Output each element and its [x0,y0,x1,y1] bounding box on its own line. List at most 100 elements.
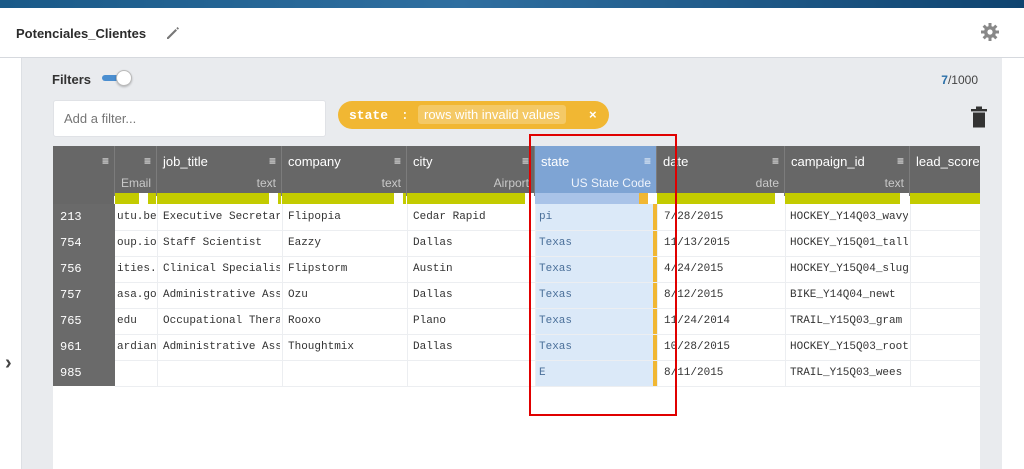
cell-job-title[interactable]: Executive Secretary [163,211,280,223]
add-filter-input[interactable] [53,100,326,137]
filter-separator: : [401,108,409,123]
cell-job-title[interactable]: Occupational Therapi [163,315,280,327]
column-menu-icon[interactable]: ≡ [102,154,109,168]
state-column-annotation-box [529,134,677,416]
column-menu-icon[interactable]: ≡ [394,154,401,168]
filters-label: Filters [52,72,91,87]
row-index: 754 [60,236,82,250]
cell-date[interactable]: 7/28/2015 [664,211,782,223]
column-divider [282,204,283,386]
column-divider [157,204,158,386]
cell-campaign-id[interactable]: HOCKEY_Y15Q04_slug [790,263,908,275]
cell-date[interactable]: 8/12/2015 [664,289,782,301]
column-header-job-title[interactable]: job_title ≡ text [157,146,282,196]
cell-city[interactable]: Cedar Rapid [413,211,533,223]
cell-city[interactable]: Dallas [413,341,533,353]
cell-email[interactable]: asa.gov [117,289,157,301]
cell-city[interactable]: Plano [413,315,533,327]
cell-company[interactable]: Thoughtmix [288,341,405,353]
cell-job-title[interactable]: Administrative Assis [163,289,280,301]
quality-bar [407,193,534,204]
chevron-right-icon[interactable]: › [5,352,12,375]
quality-bar [157,193,281,204]
quality-bar [910,193,980,204]
cell-date[interactable]: 8/11/2015 [664,367,782,379]
right-gutter [1002,58,1024,469]
cell-email[interactable]: ities.jp [117,263,157,275]
cell-city[interactable]: Austin [413,263,533,275]
row-index: 757 [60,288,82,302]
filter-key: state [349,108,388,123]
index-header[interactable]: ≡ [53,146,115,196]
row-index: 213 [60,210,82,224]
cell-company[interactable]: Eazzy [288,237,405,249]
cell-job-title[interactable]: Administrative Assis [163,341,280,353]
cell-company[interactable]: Ozu [288,289,405,301]
cell-campaign-id[interactable]: TRAIL_Y15Q03_wees [790,367,908,379]
cell-date[interactable]: 10/28/2015 [664,341,782,353]
cell-company[interactable]: Rooxo [288,315,405,327]
column-name: campaign_id [791,154,865,169]
quality-bar [115,193,156,204]
cell-campaign-id[interactable]: HOCKEY_Y15Q03_root [790,341,908,353]
column-menu-icon[interactable]: ≡ [522,154,529,168]
column-header-city[interactable]: city ≡ Airport [407,146,535,196]
filters-toggle[interactable] [102,69,132,87]
column-type: text [257,176,276,190]
column-menu-icon[interactable]: ≡ [144,154,151,168]
cell-company[interactable]: Flipopia [288,211,405,223]
column-name: job_title [163,154,208,169]
column-type: Email [121,176,151,190]
column-type: date [756,176,779,190]
cell-campaign-id[interactable]: BIKE_Y14Q04_newt [790,289,908,301]
quality-bar [282,193,406,204]
cell-job-title[interactable]: Clinical Specialist [163,263,280,275]
column-menu-icon[interactable]: ≡ [897,154,904,168]
cell-email[interactable]: edu [117,315,157,327]
cell-city[interactable]: Dallas [413,237,533,249]
cell-campaign-id[interactable]: HOCKEY_Y14Q03_wavy [790,211,908,223]
column-header-lead-score[interactable]: lead_score [910,146,980,196]
dataset-name[interactable]: Potenciales_Clientes [16,26,146,41]
row-index: 756 [60,262,82,276]
row-index: 961 [60,340,82,354]
column-menu-icon[interactable]: ≡ [269,154,276,168]
column-header-email[interactable]: ≡ Email [115,146,157,196]
remove-filter-icon[interactable]: × [589,107,597,122]
top-accent-bar [0,0,1024,8]
cell-campaign-id[interactable]: TRAIL_Y15Q03_gram [790,315,908,327]
column-divider [407,204,408,386]
cell-job-title[interactable]: Staff Scientist [163,237,280,249]
row-count-current: 7 [941,73,948,87]
column-type: text [885,176,904,190]
column-menu-icon[interactable]: ≡ [772,154,779,168]
left-sidebar-collapsed: › [0,58,22,469]
column-type: Airport [494,176,529,190]
cell-email[interactable]: utu.be [117,211,157,223]
pencil-icon[interactable] [164,24,182,42]
toggle-knob [116,70,132,86]
cell-date[interactable]: 4/24/2015 [664,263,782,275]
row-count-total: /1000 [948,73,978,87]
column-type: text [382,176,401,190]
cell-company[interactable]: Flipstorm [288,263,405,275]
filter-value[interactable]: rows with invalid values [418,105,566,124]
trash-icon[interactable] [970,106,988,128]
cell-city[interactable]: Dallas [413,289,533,301]
column-header-campaign-id[interactable]: campaign_id ≡ text [785,146,910,196]
column-divider [910,204,911,386]
column-name: lead_score [916,154,980,169]
column-name: company [288,154,341,169]
cell-campaign-id[interactable]: HOCKEY_Y15Q01_tall [790,237,908,249]
dataset-header: Potenciales_Clientes [0,8,1024,58]
column-header-company[interactable]: company ≡ text [282,146,407,196]
gear-icon[interactable] [980,22,1000,42]
active-filter-pill[interactable]: state : rows with invalid values × [338,101,609,129]
cell-email[interactable]: ardian.c [117,341,157,353]
column-divider [785,204,786,386]
row-index-column: 213754756757765961985 [53,204,115,386]
cell-email[interactable]: oup.io [117,237,157,249]
cell-date[interactable]: 11/13/2015 [664,237,782,249]
quality-bar [785,193,909,204]
cell-date[interactable]: 11/24/2014 [664,315,782,327]
